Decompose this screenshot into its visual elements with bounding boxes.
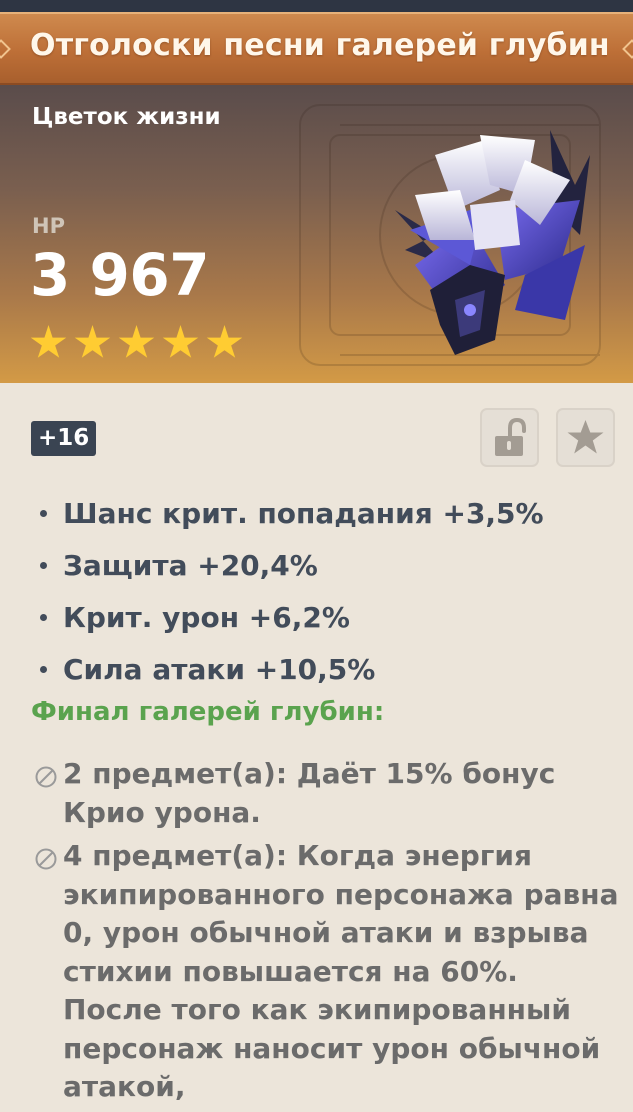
title-ornament-right [622, 39, 633, 59]
star-icon [206, 325, 243, 358]
star-icon [118, 325, 155, 358]
bullet [40, 665, 47, 673]
rarity-stars [30, 325, 243, 361]
top-strip [0, 0, 633, 12]
substat-row: Защита +20,4% [40, 539, 544, 591]
artifact-image [395, 130, 590, 355]
star-icon [74, 325, 111, 358]
set-effect-4pc: 4 предмет(а): Когда энергия экипированно… [31, 837, 618, 1112]
artifact-name: Отголоски песни галерей глубин [30, 28, 607, 63]
star-icon [30, 325, 67, 358]
substat-text: Крит. урон +6,2% [63, 600, 350, 634]
title-bar: Отголоски песни галерей глубин [0, 12, 633, 85]
artifact-details: +16 Шанс крит. попадания +3,5% Защита +2… [0, 383, 633, 1112]
substat-text: Защита +20,4% [63, 548, 318, 582]
substat-row: Крит. урон +6,2% [40, 591, 544, 643]
artifact-header: Цветок жизни HP 3 967 [0, 85, 633, 383]
bullet [40, 561, 47, 569]
inactive-circle-slash-icon [35, 848, 57, 870]
level-badge: +16 [31, 421, 97, 456]
favorite-button[interactable] [556, 408, 615, 467]
unlocked-padlock-icon [495, 417, 526, 456]
set-effect-2pc: 2 предмет(а): Даёт 15% бонус Крио урона. [31, 755, 611, 835]
star-icon [162, 325, 199, 358]
main-stat-name: HP [32, 214, 65, 238]
bullet [40, 509, 47, 517]
substat-row: Шанс крит. попадания +3,5% [40, 487, 544, 539]
substat-text: Сила атаки +10,5% [63, 652, 376, 686]
artifact-slot: Цветок жизни [32, 104, 221, 130]
star-icon [567, 420, 604, 454]
set-effect-text: 2 предмет(а): Даёт 15% бонус Крио урона. [63, 757, 556, 829]
set-name: Финал галерей глубин: [31, 697, 385, 727]
lock-button[interactable] [480, 408, 539, 467]
substat-list: Шанс крит. попадания +3,5% Защита +20,4%… [40, 487, 544, 695]
inactive-circle-slash-icon [35, 766, 57, 788]
substat-text: Шанс крит. попадания +3,5% [63, 496, 544, 530]
bullet [40, 613, 47, 621]
title-ornament-left [0, 39, 11, 59]
substat-row: Сила атаки +10,5% [40, 643, 544, 695]
set-effect-text: 4 предмет(а): Когда энергия экипированно… [63, 839, 619, 1103]
main-stat-value: 3 967 [30, 241, 210, 309]
